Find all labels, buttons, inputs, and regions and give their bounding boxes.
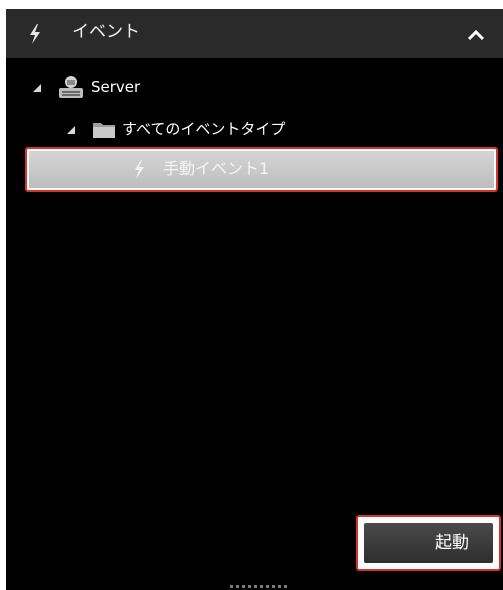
server-label: Server bbox=[91, 78, 141, 96]
expand-triangle-icon[interactable] bbox=[33, 83, 43, 93]
panel-header[interactable]: イベント bbox=[6, 9, 503, 58]
tree-node-manual-event[interactable]: 手動イベント1 bbox=[25, 147, 498, 192]
start-button-highlight: 起動 bbox=[356, 515, 501, 571]
start-button[interactable]: 起動 bbox=[364, 523, 493, 563]
manual-event-label: 手動イベント1 bbox=[163, 159, 270, 178]
tree-node-server[interactable]: Server bbox=[6, 75, 306, 101]
server-user-icon bbox=[59, 76, 83, 98]
events-panel: イベント Server すべてのイベントタイプ 手動イベント1 起動 bbox=[6, 9, 503, 590]
tree-node-folder[interactable]: すべてのイベントタイプ bbox=[6, 117, 346, 143]
chevron-up-icon[interactable] bbox=[467, 28, 485, 42]
folder-icon bbox=[93, 123, 115, 138]
resize-grip-icon[interactable] bbox=[230, 585, 290, 589]
folder-label: すべてのイベントタイプ bbox=[122, 120, 286, 138]
lightning-icon bbox=[135, 160, 144, 179]
lightning-icon bbox=[30, 24, 40, 44]
panel-title: イベント bbox=[72, 22, 140, 42]
expand-triangle-icon[interactable] bbox=[67, 125, 77, 135]
